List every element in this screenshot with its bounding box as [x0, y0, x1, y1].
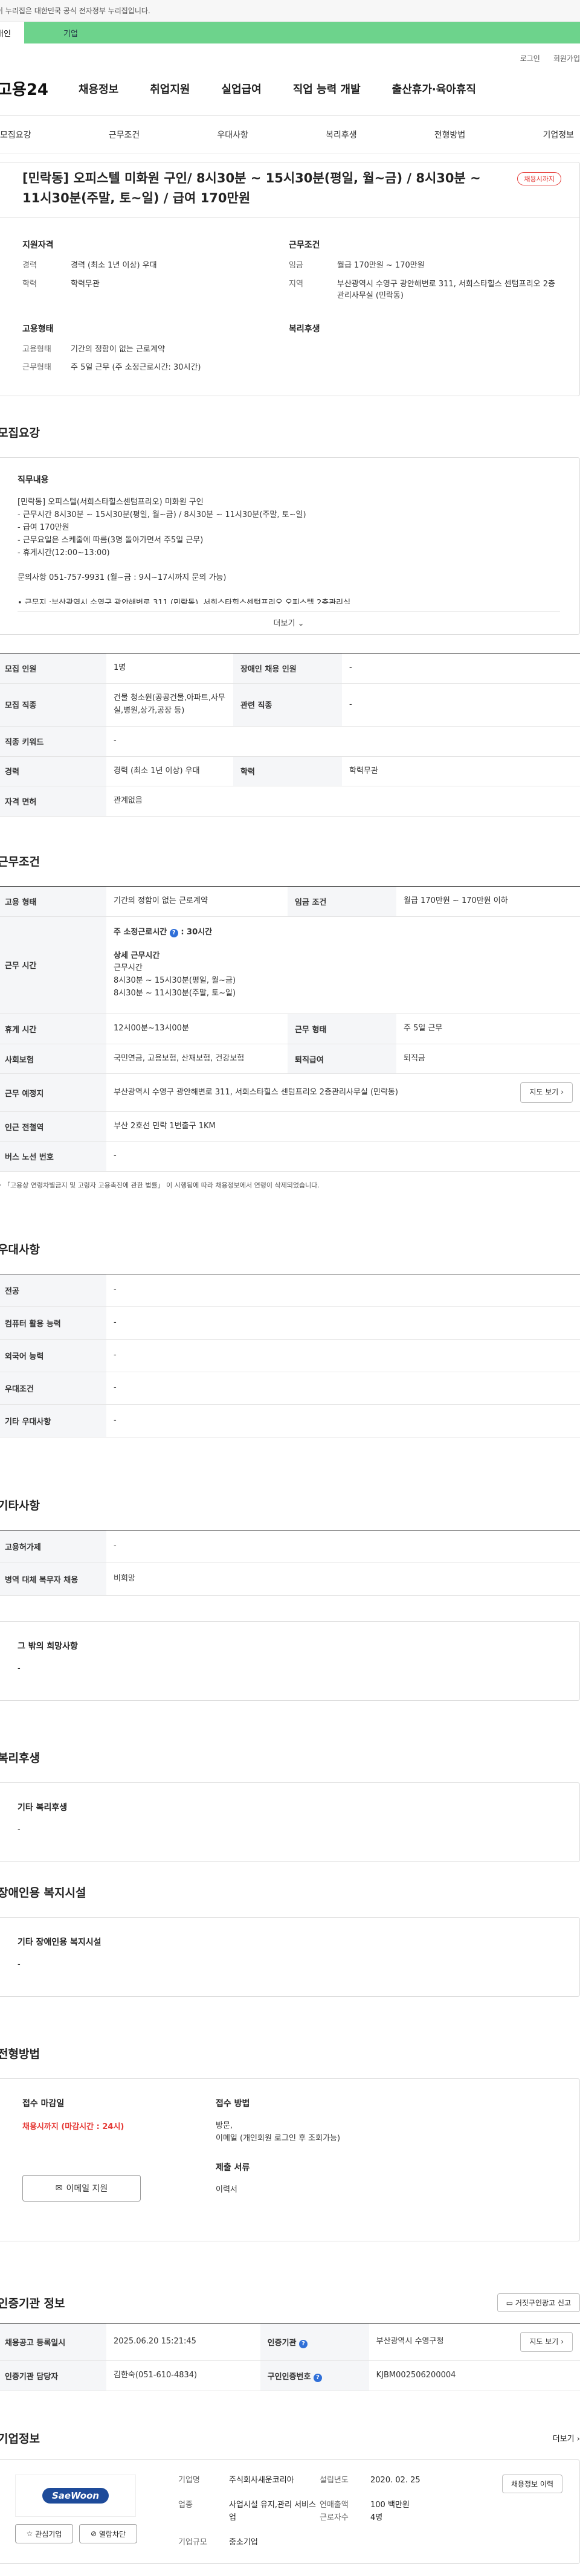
interest-company-button[interactable]: ☆ 관심기업	[15, 2524, 73, 2544]
age-note: • 「고용상 연령차별금지 및 고령자 고용촉진에 관한 법률」 이 시행됨에 …	[0, 1181, 320, 1190]
job-history-button[interactable]: 채용정보 이력	[501, 2475, 562, 2494]
gov-banner: 이 누리집은 대한민국 공식 전자정부 누리집입니다.	[0, 0, 580, 22]
anchor-preference[interactable]: 우대사항	[211, 129, 254, 141]
top-links: 로그인 회원가입	[520, 53, 580, 63]
etc-table: 고용허가제 - 병역 대체 복무자 채용 비희망	[0, 1530, 580, 1596]
report-button[interactable]: ▭ 거짓구인광고 신고	[497, 2293, 580, 2313]
logo[interactable]: 고용24	[0, 77, 63, 100]
section-title-certification: 인증기관 정보	[0, 2297, 65, 2311]
summary-employment: 고용형태 고용형태 기간의 정함이 없는 근로계약 근무형태 주 5일 근무 (주 …	[22, 324, 201, 373]
disability-box: 기타 장애인용 복지시설 -	[0, 1917, 580, 1997]
deadline-value: 채용시까지 (마감시간 : 24시)	[22, 2122, 124, 2132]
section-title-work: 근무조건	[0, 855, 40, 869]
map-button[interactable]: 지도 보기 ›	[520, 1082, 573, 1103]
summary-welfare: 복리후생	[289, 324, 320, 334]
other-wish-box: 그 밖의 희망사항 -	[0, 1621, 580, 1701]
recruit-table: 모집 인원 1명 장애인 채용 인원 - 모집 직종 건물 청소원(공공건물,아파트,사…	[0, 653, 580, 817]
certification-table: 채용공고 등록일시 2025.06.20 15:21:45 인증기관 ? 부산광역시 …	[0, 2323, 580, 2392]
chevron-right-icon: ›	[576, 2435, 580, 2444]
anchor-company[interactable]: 기업정보	[536, 129, 580, 141]
welfare-box: 기타 복리후생 -	[0, 1782, 580, 1863]
chevron-right-icon: ›	[561, 1088, 564, 1097]
more-toggle[interactable]: 더보기 ⌄	[18, 611, 560, 628]
help-icon[interactable]: ?	[169, 928, 178, 937]
gnb-item-training[interactable]: 직업 능력 개발	[277, 81, 376, 97]
summary-conditions: 근무조건 임금 월급 170만원 ~ 170만원 지역 부산광역시 수영구 광안해변…	[289, 240, 556, 300]
job-detail-text: [민락동] 오피스텔(서희스타힐스센텀프리오) 미화원 구인 - 근무시간 8시…	[18, 498, 351, 605]
job-detail-box: 직무내용 [민락동] 오피스텔(서희스타힐스센텀프리오) 미화원 구인 - 근무…	[0, 457, 580, 635]
anchor-work[interactable]: 근무조건	[103, 129, 146, 141]
company-info: 기업명 주식회사새운코리아 설립년도 2020. 02. 25 업종 사업시설 유지,…	[178, 2476, 420, 2547]
job-title: [민락동] 오피스텔 미화원 구인/ 8시30분 ~ 15시30분(평일, 월~…	[22, 171, 481, 205]
gnb-item-jobs[interactable]: 채용정보	[63, 81, 134, 97]
work-table: 고용 형태 기간의 정함이 없는 근로계약 임금 조건 월급 170만원 ~ 170만…	[0, 886, 580, 1172]
gnb-item-benefit[interactable]: 실업급여	[206, 81, 277, 97]
company-box: SaeWoon ☆ 관심기업 ⊘ 열람차단 기업명 주식회사새운코리아 설립년도 2…	[0, 2459, 580, 2565]
help-icon[interactable]: ?	[313, 2373, 322, 2382]
login-link[interactable]: 로그인	[520, 53, 540, 63]
tab-personal[interactable]: 개인	[0, 22, 24, 43]
apply-box: 접수 마감일 채용시까지 (마감시간 : 24시) ✉ 이메일 지원 접수 방법 …	[0, 2078, 580, 2242]
preference-table: 전공 - 컴퓨터 활용 능력 - 외국어 능력 - 우대조건 - 기타 우대사항 -	[0, 1274, 580, 1438]
main-navigation: 고용24 채용정보 취업지원 실업급여 직업 능력 개발 출산휴가·육아휴직	[0, 62, 580, 116]
email-apply-button[interactable]: ✉ 이메일 지원	[22, 2175, 141, 2202]
warning-icon: ▭	[506, 2299, 514, 2308]
org-map-button[interactable]: 지도 보기 ›	[520, 2332, 573, 2353]
mail-icon: ✉	[55, 2183, 63, 2194]
block-view-button[interactable]: ⊘ 열람차단	[79, 2524, 137, 2544]
job-summary-card: [민락동] 오피스텔 미화원 구인/ 8시30분 ~ 15시30분(평일, 월~…	[0, 162, 580, 397]
star-icon: ☆	[26, 2529, 33, 2539]
anchor-welfare[interactable]: 복리후생	[320, 129, 363, 141]
help-icon[interactable]: ?	[299, 2339, 308, 2348]
section-title-recruit: 모집요강	[0, 426, 40, 440]
section-title-disability: 장애인용 복지시설	[0, 1886, 86, 1900]
anchor-apply[interactable]: 전형방법	[428, 129, 472, 141]
user-type-tabs: 개인 기업	[0, 22, 580, 43]
section-title-welfare: 복리후생	[0, 1752, 40, 1765]
section-title-company: 기업정보	[0, 2432, 40, 2446]
status-badge: 채용시까지	[517, 172, 561, 185]
signup-link[interactable]: 회원가입	[553, 53, 580, 63]
gnb-item-support[interactable]: 취업지원	[134, 81, 205, 97]
anchor-recruit[interactable]: 모집요강	[0, 129, 37, 141]
section-title-preference: 우대사항	[0, 1243, 40, 1257]
section-title-apply: 전형방법	[0, 2048, 40, 2061]
tab-business[interactable]: 기업	[24, 22, 580, 43]
company-logo: SaeWoon	[15, 2475, 136, 2517]
company-more-link[interactable]: 더보기 ›	[553, 2432, 580, 2444]
summary-qualification: 지원자격 경력 경력 (최소 1년 이상) 우대 학력 학력무관	[22, 240, 157, 289]
gnb-item-leave[interactable]: 출산휴가·육아휴직	[376, 81, 492, 97]
block-icon: ⊘	[90, 2529, 97, 2539]
chevron-right-icon: ›	[561, 2337, 564, 2346]
chevron-down-icon: ⌄	[297, 619, 304, 629]
anchor-nav: 모집요강 근무조건 우대사항 복리후생 전형방법 기업정보	[0, 116, 580, 153]
section-title-etc: 기타사항	[0, 1499, 40, 1513]
